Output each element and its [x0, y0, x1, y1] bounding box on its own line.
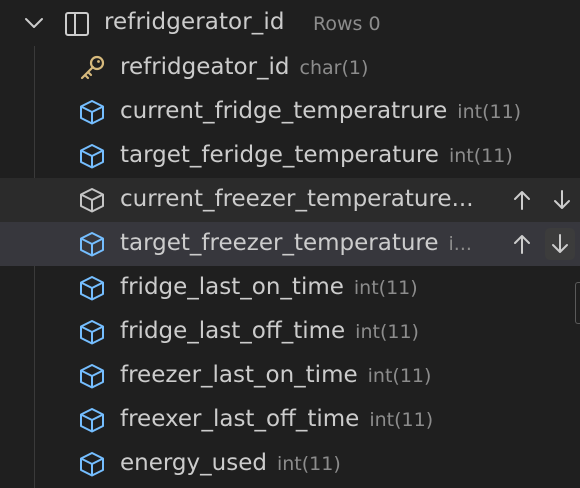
table-node[interactable]: refridgerator_id Rows 0 — [0, 2, 580, 46]
panel-resize-edge[interactable] — [575, 282, 580, 324]
column-icon — [80, 452, 104, 477]
column-type: int(11) — [369, 409, 434, 431]
column-row[interactable]: freexer_last_off_time int(11) — [0, 398, 580, 442]
move-down-button[interactable] — [547, 184, 577, 216]
column-type: int(11) — [448, 145, 513, 167]
database-tree-panel: refridgerator_id Rows 0 refridgeator_idc… — [0, 0, 580, 488]
column-row[interactable]: refridgeator_id char(1) — [0, 46, 580, 90]
column-icon — [80, 408, 104, 433]
column-icon — [80, 188, 104, 213]
column-name: fridge_last_on_time — [120, 274, 344, 300]
column-row[interactable]: energy_used int(11) — [0, 442, 580, 486]
column-type: int(11) — [367, 365, 432, 387]
column-name: energy_used — [120, 450, 267, 476]
key-icon — [80, 55, 105, 80]
column-icon — [80, 232, 104, 257]
column-name: freezer_last_on_time — [120, 362, 358, 388]
arrow-up-icon — [514, 191, 530, 210]
column-name: fridge_last_off_time — [120, 318, 346, 344]
column-row[interactable]: fridge_last_off_time int(11) — [0, 310, 580, 354]
column-type: i... — [448, 233, 472, 255]
column-name: target_freezer_temperature — [120, 230, 439, 256]
arrow-up-icon — [514, 235, 530, 254]
column-type: int(11) — [457, 101, 522, 123]
column-name: refridgeator_id — [120, 54, 290, 80]
column-row[interactable]: freezer_last_on_time int(11) — [0, 354, 580, 398]
column-icon — [80, 320, 104, 345]
table-name[interactable]: refridgerator_id — [104, 9, 285, 35]
column-type: char(1) — [299, 57, 369, 79]
column-type: int(11) — [355, 321, 419, 343]
column-icon — [80, 364, 104, 389]
move-up-button[interactable] — [507, 228, 537, 260]
column-icon — [80, 100, 104, 125]
column-name: current_fridge_temperatrure — [120, 98, 448, 124]
chevron-down-icon[interactable] — [22, 11, 46, 35]
column-icon — [80, 276, 104, 301]
column-name: current_freezer_temperature... — [120, 186, 474, 212]
column-row[interactable]: target_feridge_temperature int(11) — [0, 134, 580, 178]
table-icon — [65, 12, 89, 36]
column-row[interactable]: fridge_last_on_time int(11) — [0, 266, 580, 310]
arrow-down-icon — [554, 190, 570, 209]
column-row[interactable]: current_freezer_temperature... — [0, 178, 580, 222]
column-type: int(11) — [276, 453, 341, 475]
column-name: freexer_last_off_time — [120, 406, 360, 432]
move-down-button[interactable] — [545, 228, 575, 260]
column-type: int(11) — [353, 277, 418, 299]
row-count: Rows 0 — [313, 13, 381, 35]
column-name: target_feridge_temperature — [120, 142, 439, 168]
column-row[interactable]: target_freezer_temperature i... — [0, 222, 580, 266]
column-icon — [80, 144, 104, 169]
column-row[interactable]: current_fridge_temperatrure int(11) — [0, 90, 580, 134]
move-up-button[interactable] — [507, 184, 537, 216]
arrow-down-icon — [552, 234, 568, 253]
